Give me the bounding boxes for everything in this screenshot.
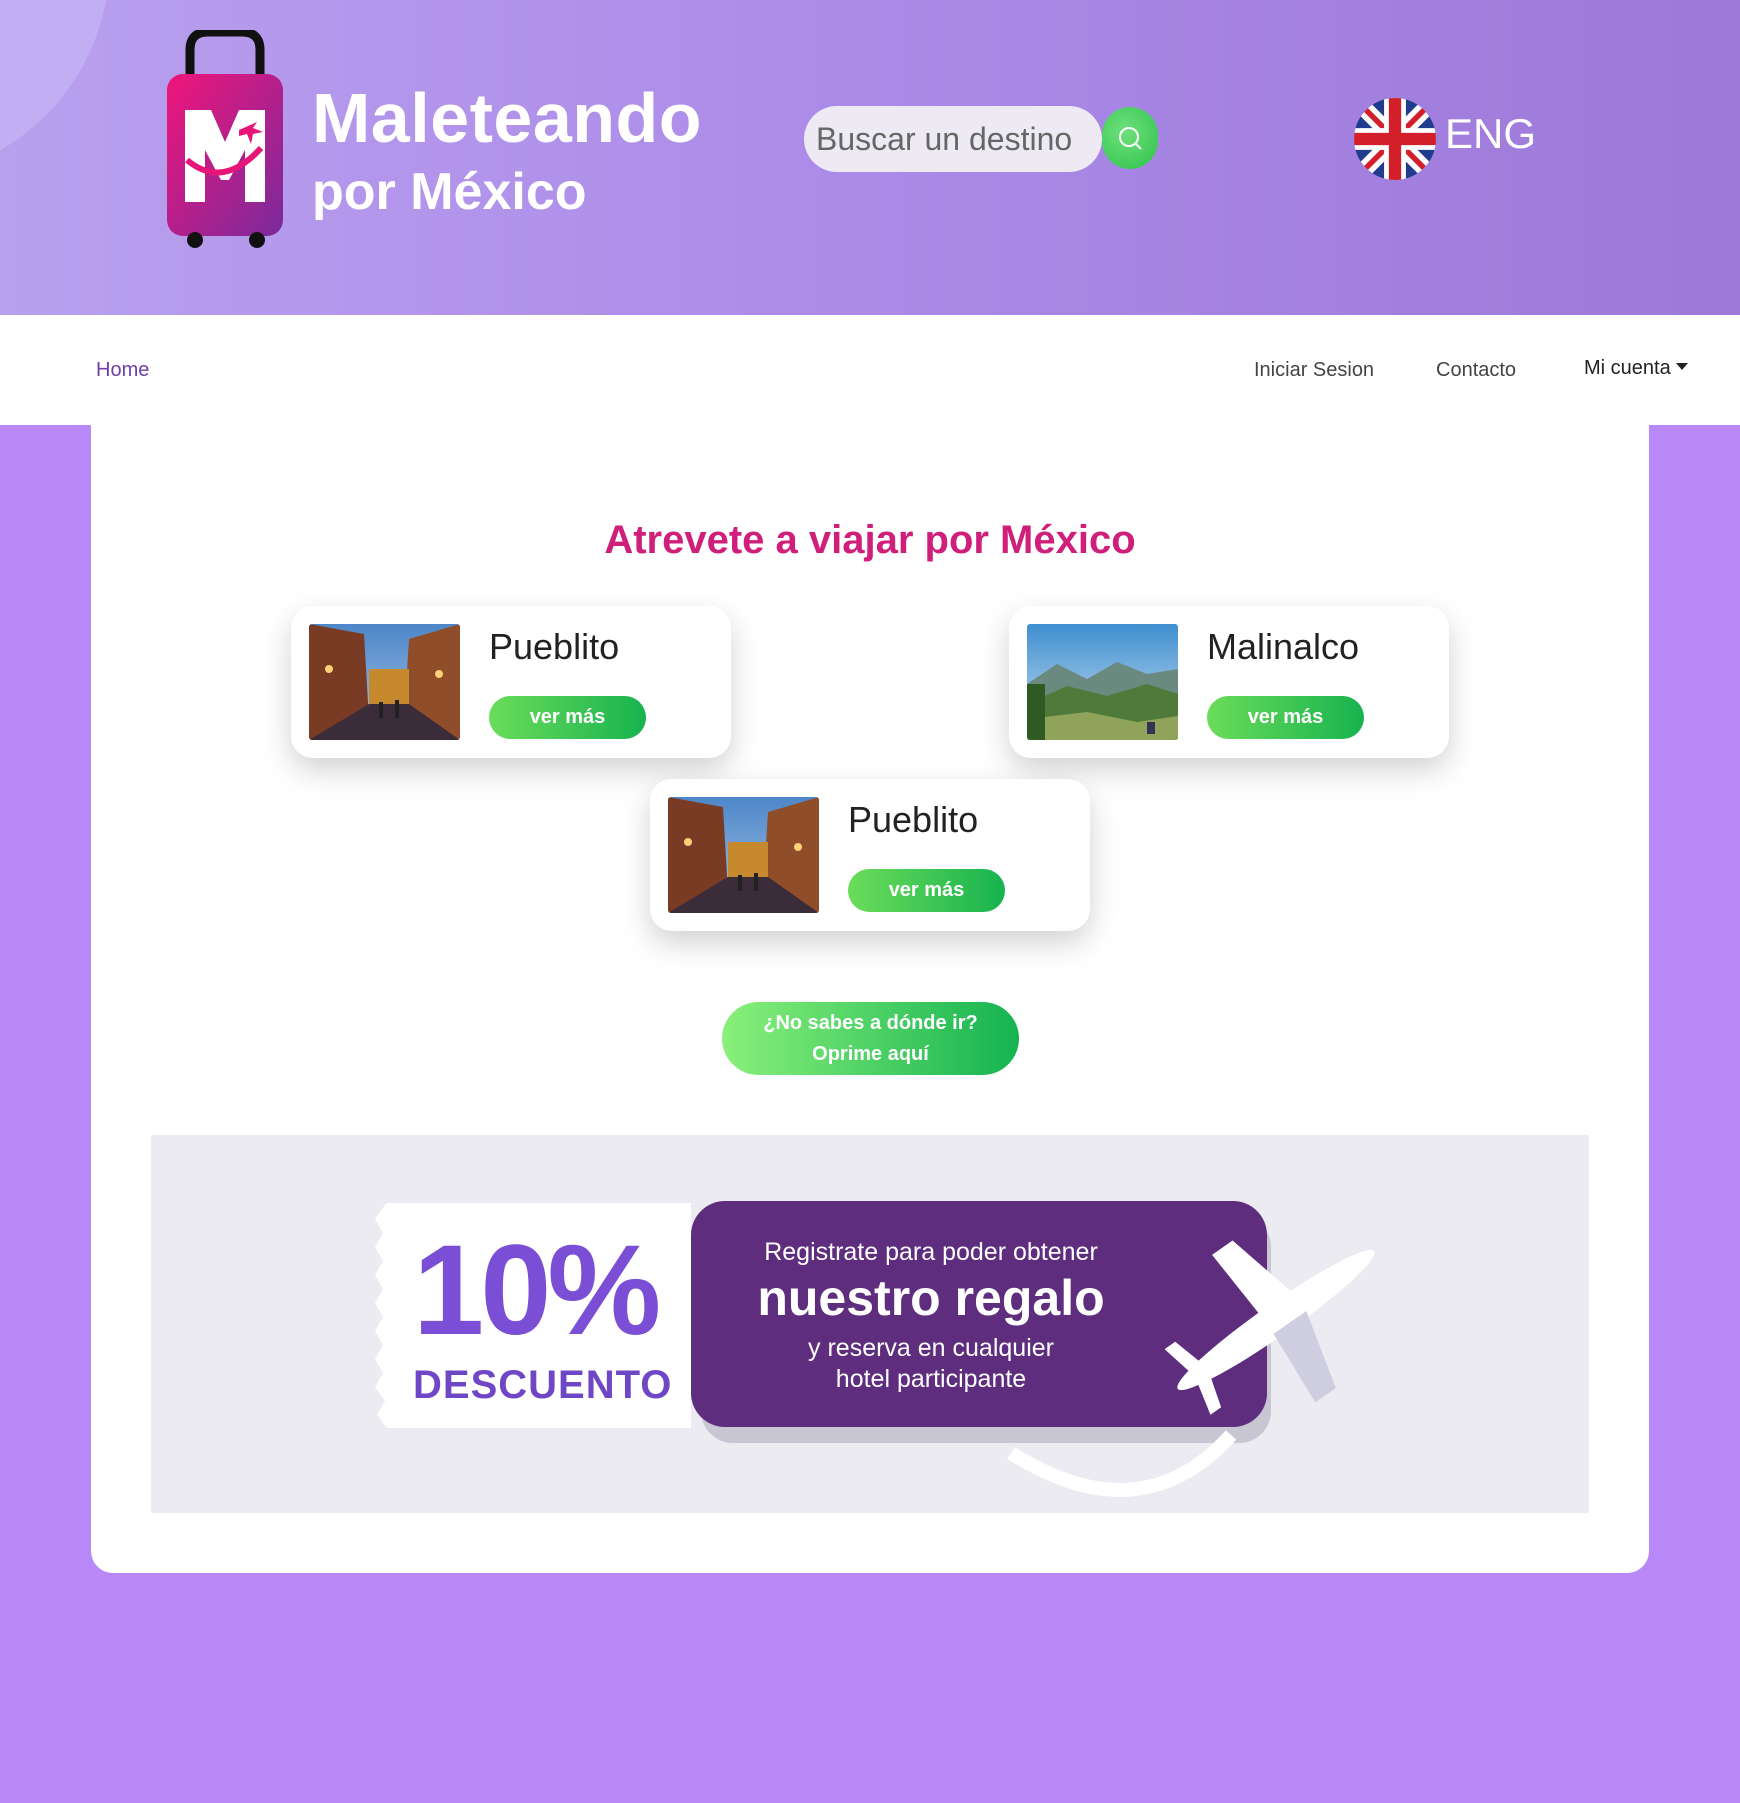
nav-account-dropdown[interactable]: Mi cuenta xyxy=(1584,357,1688,380)
ver-mas-button[interactable]: ver más xyxy=(1207,696,1364,739)
suitcase-logo-icon[interactable] xyxy=(165,27,285,250)
ver-mas-button[interactable]: ver más xyxy=(848,869,1005,912)
brand-subtitle: por México xyxy=(312,163,587,221)
promo-line1: Registrate para poder obtener xyxy=(764,1238,1098,1266)
search-button[interactable] xyxy=(1102,107,1158,169)
destination-image xyxy=(668,797,819,913)
destination-image xyxy=(1027,624,1178,740)
promo-line3b: hotel participante xyxy=(835,1365,1027,1393)
destination-card: Pueblito ver más xyxy=(291,606,731,758)
destination-card: Pueblito ver más xyxy=(650,779,1090,931)
nav-login-link[interactable]: Iniciar Sesion xyxy=(1254,359,1374,382)
cta-line1: ¿No sabes a dónde ir? xyxy=(763,1011,978,1034)
brand-name: Maleteando xyxy=(312,79,703,157)
random-destination-button[interactable]: ¿No sabes a dónde ir? Oprime aquí xyxy=(722,1002,1019,1075)
language-toggle[interactable]: ENG xyxy=(1445,110,1536,158)
promo-line3a: y reserva en cualquier xyxy=(808,1334,1054,1362)
header-decoration xyxy=(0,0,110,180)
page-title: Atrevete a viajar por México xyxy=(604,518,1136,562)
uk-flag-icon[interactable] xyxy=(1354,98,1436,180)
promo-discount-label: DESCUENTO xyxy=(413,1363,673,1407)
site-header: Maleteando por México ENG xyxy=(0,0,1740,315)
cta-line2: Oprime aquí xyxy=(812,1042,929,1065)
destination-name: Pueblito xyxy=(848,799,979,840)
promo-banner[interactable]: 10% DESCUENTO Registrate para poder obte… xyxy=(151,1135,1589,1513)
navbar: Home Iniciar Sesion Contacto Mi cuenta xyxy=(0,315,1740,425)
ver-mas-button[interactable]: ver más xyxy=(489,696,646,739)
search-icon xyxy=(1119,127,1142,150)
promo-line2: nuestro regalo xyxy=(757,1270,1105,1326)
nav-home-link[interactable]: Home xyxy=(96,359,149,382)
main-content: Atrevete a viajar por México Pueblito ve… xyxy=(91,425,1649,1573)
destination-name: Malinalco xyxy=(1207,626,1360,667)
destination-card: Malinalco ver más xyxy=(1009,606,1449,758)
search-input[interactable] xyxy=(804,106,1102,172)
nav-account-label: Mi cuenta xyxy=(1584,357,1671,379)
destination-name: Pueblito xyxy=(489,626,620,667)
destination-image xyxy=(309,624,460,740)
nav-contact-link[interactable]: Contacto xyxy=(1436,359,1516,382)
caret-down-icon xyxy=(1675,363,1688,371)
promo-line3: y reserva en cualquier hotel participant… xyxy=(651,1333,1211,1395)
promo-percent: 10% xyxy=(413,1219,661,1362)
